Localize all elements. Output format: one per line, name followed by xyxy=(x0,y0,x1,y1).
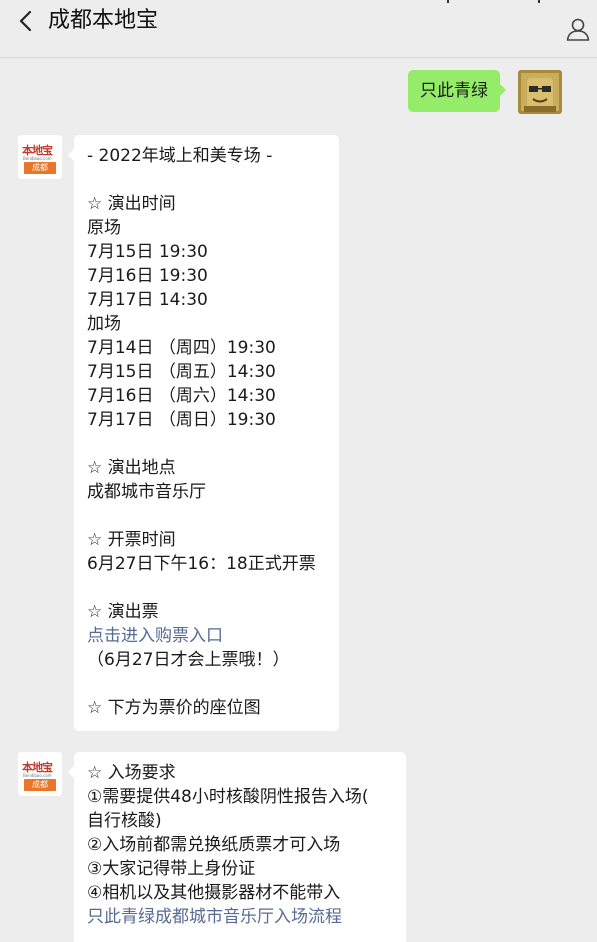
user-icon[interactable] xyxy=(565,16,591,42)
logo-city: 成都 xyxy=(24,779,56,791)
logo-city: 成都 xyxy=(24,162,56,174)
message-line xyxy=(87,168,326,192)
message-line: 原场 xyxy=(87,218,121,238)
bendibao-avatar[interactable]: 本地宝 Bendibao.com 成都 xyxy=(18,135,62,179)
message-line: （6月27日才会上票哦！） xyxy=(87,650,290,670)
message-line: 7月15日 19:30 xyxy=(87,242,208,262)
message-line: - 2022年域上和美专场 - xyxy=(87,146,273,166)
title-bar: 成都本地宝 xyxy=(0,0,597,58)
message-line: ☆ 开票时间 xyxy=(87,530,176,550)
message-line xyxy=(87,432,326,456)
message-line: 7月17日 14:30 xyxy=(87,290,208,310)
bendibao-avatar[interactable]: 本地宝 Bendibao.com 成都 xyxy=(18,752,62,796)
my-message-text: 只此青绿 xyxy=(420,81,488,101)
message-bubble-1[interactable]: - 2022年域上和美专场 - ☆ 演出时间 原场 7月15日 19:30 7月… xyxy=(68,135,339,731)
entry-process-link[interactable]: 只此青绿成都城市音乐厅入场流程 xyxy=(87,905,393,929)
my-avatar[interactable] xyxy=(518,70,562,114)
chevron-left-icon[interactable] xyxy=(14,8,38,34)
message-line: 7月16日 （周六）14:30 xyxy=(87,386,276,406)
message-line: ②入场前都需兑换纸质票才可入场 xyxy=(87,835,341,855)
message-line: 7月15日 （周五）14:30 xyxy=(87,362,276,382)
message-line: ☆ 下方为票价的座位图 xyxy=(87,698,261,718)
message-line xyxy=(87,576,326,600)
ticket-purchase-link[interactable]: 点击进入购票入口 xyxy=(87,624,326,648)
top-edge-mark xyxy=(447,0,449,3)
message-line: ③大家记得带上身份证 xyxy=(87,859,256,879)
avatar-image xyxy=(518,70,562,114)
message-line: ☆ 演出票 xyxy=(87,602,159,622)
message-line: 7月16日 19:30 xyxy=(87,266,208,286)
message-line: 自行核酸) xyxy=(87,811,162,831)
logo-subtext: Bendibao.com xyxy=(23,773,52,778)
message-line xyxy=(87,672,326,696)
message-line: 7月17日 （周日）19:30 xyxy=(87,410,276,430)
chat-title: 成都本地宝 xyxy=(48,8,159,33)
message-line: ①需要提供48小时核酸阴性报告入场( xyxy=(87,787,369,807)
top-edge-mark xyxy=(538,0,540,3)
my-message-bubble[interactable]: 只此青绿 xyxy=(408,70,506,112)
message-bubble-2[interactable]: ☆ 入场要求 ①需要提供48小时核酸阴性报告入场( 自行核酸) ②入场前都需兑换… xyxy=(68,752,406,942)
message-line: 成都城市音乐厅 xyxy=(87,482,206,502)
message-line: ☆ 演出地点 xyxy=(87,458,176,478)
message-line: ☆ 入场要求 xyxy=(87,763,176,783)
logo-subtext: Bendibao.com xyxy=(23,156,52,161)
message-line xyxy=(87,504,326,528)
message-line: ☆ 演出时间 xyxy=(87,194,176,214)
message-line: 加场 xyxy=(87,314,121,334)
message-line: 6月27日下午16：18正式开票 xyxy=(87,554,316,574)
message-line: ④相机以及其他摄影器材不能带入 xyxy=(87,883,341,903)
message-line: 7月14日 （周四）19:30 xyxy=(87,338,276,358)
